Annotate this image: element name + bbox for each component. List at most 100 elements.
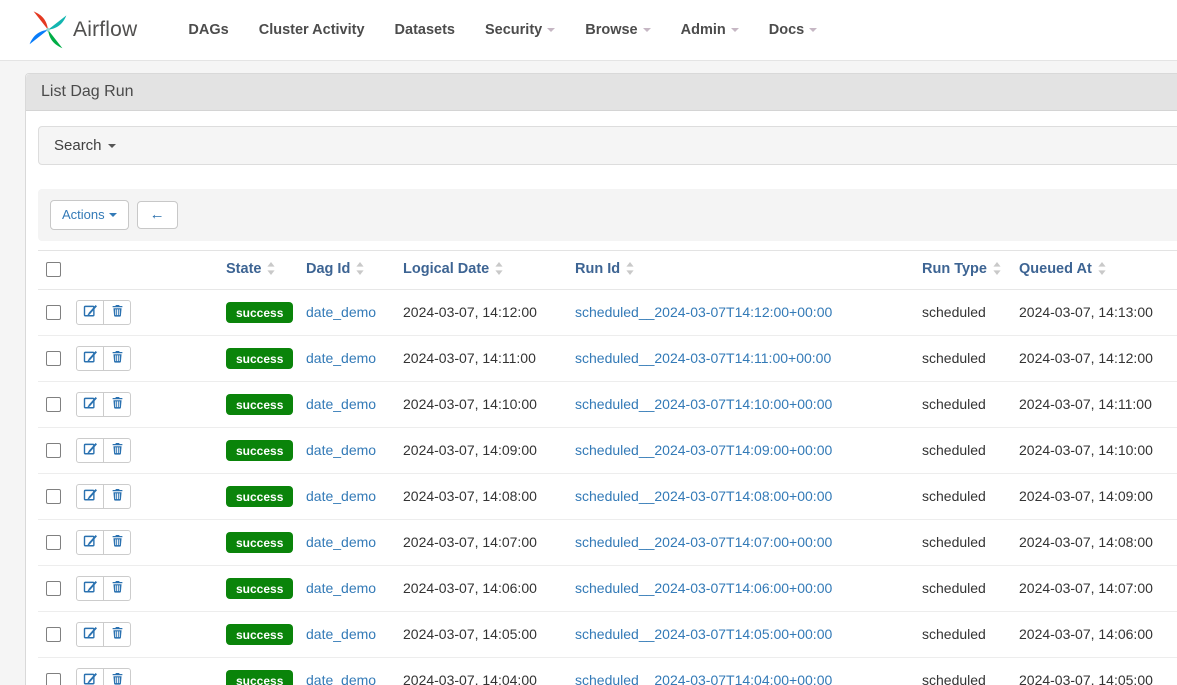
queued-at-cell: 2024-03-07, 14:06:00 (1011, 611, 1177, 657)
run-type-cell: scheduled (914, 289, 1011, 335)
column-header-label: Queued At (1019, 261, 1092, 277)
column-header[interactable]: Run Id (567, 250, 914, 289)
table-row: success date_demo 2024-03-07, 14:10:00 s… (38, 381, 1177, 427)
dag-id-link[interactable]: date_demo (306, 304, 376, 320)
delete-button[interactable] (103, 668, 131, 685)
row-actions-cell (68, 473, 218, 519)
table-row: success date_demo 2024-03-07, 14:11:00 s… (38, 335, 1177, 381)
table-body: success date_demo 2024-03-07, 14:12:00 s… (38, 289, 1177, 685)
delete-button[interactable] (103, 300, 131, 325)
nav-item[interactable]: Security (470, 22, 570, 38)
row-actions-cell (68, 611, 218, 657)
run-id-link[interactable]: scheduled__2024-03-07T14:12:00+00:00 (575, 304, 832, 320)
run-id-cell: scheduled__2024-03-07T14:10:00+00:00 (567, 381, 914, 427)
sort-icon (626, 263, 634, 279)
chevron-down-icon (547, 28, 555, 32)
edit-icon (83, 303, 98, 321)
table-row: success date_demo 2024-03-07, 14:06:00 s… (38, 565, 1177, 611)
dag-id-link[interactable]: date_demo (306, 442, 376, 458)
state-badge: success (226, 670, 293, 685)
dag-id-cell: date_demo (298, 473, 395, 519)
run-id-link[interactable]: scheduled__2024-03-07T14:11:00+00:00 (575, 350, 831, 366)
delete-button[interactable] (103, 438, 131, 463)
delete-button[interactable] (103, 392, 131, 417)
table-row: success date_demo 2024-03-07, 14:12:00 s… (38, 289, 1177, 335)
delete-button[interactable] (103, 576, 131, 601)
edit-button[interactable] (76, 622, 104, 647)
edit-button[interactable] (76, 576, 104, 601)
row-checkbox[interactable] (46, 351, 61, 366)
dag-id-link[interactable]: date_demo (306, 580, 376, 596)
delete-button[interactable] (103, 530, 131, 555)
select-all-checkbox[interactable] (46, 262, 61, 277)
airflow-brand[interactable]: Airflow (28, 9, 137, 52)
row-checkbox[interactable] (46, 673, 61, 685)
table-row: success date_demo 2024-03-07, 14:04:00 s… (38, 657, 1177, 685)
back-button[interactable]: ← (137, 201, 178, 229)
queued-at-cell: 2024-03-07, 14:12:00 (1011, 335, 1177, 381)
row-checkbox[interactable] (46, 581, 61, 596)
edit-button[interactable] (76, 300, 104, 325)
row-checkbox[interactable] (46, 627, 61, 642)
select-all-cell (38, 250, 68, 289)
row-checkbox[interactable] (46, 443, 61, 458)
run-id-link[interactable]: scheduled__2024-03-07T14:10:00+00:00 (575, 396, 832, 412)
column-header[interactable]: Queued At (1011, 250, 1177, 289)
edit-button[interactable] (76, 484, 104, 509)
nav-item-label: Docs (769, 22, 804, 38)
edit-button[interactable] (76, 346, 104, 371)
column-header[interactable]: Run Type (914, 250, 1011, 289)
edit-button[interactable] (76, 530, 104, 555)
state-cell: success (218, 289, 298, 335)
dag-id-link[interactable]: date_demo (306, 396, 376, 412)
queued-at-cell: 2024-03-07, 14:05:00 (1011, 657, 1177, 685)
actions-button[interactable]: Actions (50, 200, 129, 230)
table-header-row: State Dag Id Logical Date Run Id (38, 250, 1177, 289)
run-id-link[interactable]: scheduled__2024-03-07T14:09:00+00:00 (575, 442, 832, 458)
run-id-link[interactable]: scheduled__2024-03-07T14:07:00+00:00 (575, 534, 832, 550)
row-checkbox[interactable] (46, 397, 61, 412)
edit-icon (83, 671, 98, 685)
dag-id-link[interactable]: date_demo (306, 626, 376, 642)
row-checkbox[interactable] (46, 305, 61, 320)
row-actions-cell (68, 381, 218, 427)
column-header[interactable]: Logical Date (395, 250, 567, 289)
row-checkbox[interactable] (46, 535, 61, 550)
nav-item[interactable]: Docs (754, 22, 832, 38)
state-badge: success (226, 532, 293, 553)
run-id-link[interactable]: scheduled__2024-03-07T14:04:00+00:00 (575, 672, 832, 685)
dag-id-link[interactable]: date_demo (306, 672, 376, 685)
delete-button[interactable] (103, 622, 131, 647)
chevron-down-icon (731, 28, 739, 32)
delete-button[interactable] (103, 484, 131, 509)
edit-button[interactable] (76, 438, 104, 463)
nav-item[interactable]: Datasets (380, 22, 470, 38)
state-badge: success (226, 624, 293, 645)
search-accordion-toggle[interactable]: Search (38, 126, 1177, 165)
nav-item[interactable]: DAGs (173, 22, 243, 38)
edit-button[interactable] (76, 668, 104, 685)
nav-item[interactable]: Browse (570, 22, 665, 38)
row-checkbox[interactable] (46, 489, 61, 504)
sort-icon (1098, 263, 1106, 279)
column-header-label: Logical Date (403, 261, 489, 277)
state-cell: success (218, 335, 298, 381)
delete-button[interactable] (103, 346, 131, 371)
run-id-link[interactable]: scheduled__2024-03-07T14:06:00+00:00 (575, 580, 832, 596)
dag-id-link[interactable]: date_demo (306, 350, 376, 366)
run-id-link[interactable]: scheduled__2024-03-07T14:08:00+00:00 (575, 488, 832, 504)
queued-at-cell: 2024-03-07, 14:07:00 (1011, 565, 1177, 611)
column-header[interactable]: State (218, 250, 298, 289)
dag-id-link[interactable]: date_demo (306, 534, 376, 550)
list-dag-run-panel: List Dag Run Search Actions ← (25, 73, 1177, 685)
run-id-link[interactable]: scheduled__2024-03-07T14:05:00+00:00 (575, 626, 832, 642)
run-id-cell: scheduled__2024-03-07T14:04:00+00:00 (567, 657, 914, 685)
edit-button[interactable] (76, 392, 104, 417)
column-header[interactable]: Dag Id (298, 250, 395, 289)
nav-item[interactable]: Cluster Activity (244, 22, 380, 38)
nav-item-label: Cluster Activity (259, 22, 365, 38)
dag-id-link[interactable]: date_demo (306, 488, 376, 504)
nav-item-label: Datasets (395, 22, 455, 38)
nav-item[interactable]: Admin (666, 22, 754, 38)
run-id-cell: scheduled__2024-03-07T14:11:00+00:00 (567, 335, 914, 381)
